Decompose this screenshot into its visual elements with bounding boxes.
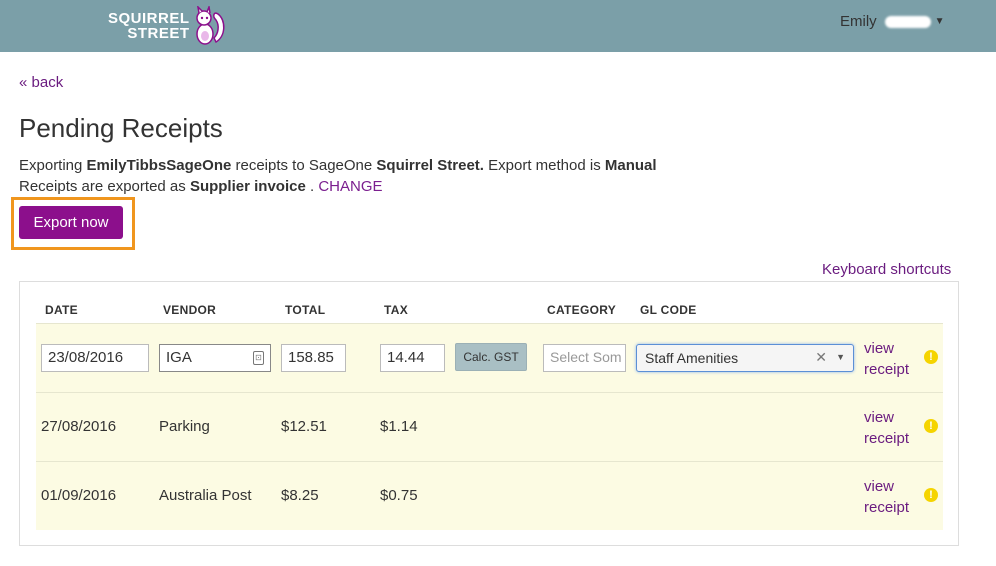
col-date: DATE bbox=[45, 303, 78, 317]
receipts-prefix: Receipts are exported as bbox=[19, 178, 190, 195]
row-tax: $0.75 bbox=[380, 487, 418, 504]
back-link[interactable]: « back bbox=[19, 74, 63, 91]
export-user: EmilyTibbsSageOne bbox=[86, 157, 232, 174]
receipts-suffix: . bbox=[305, 178, 319, 195]
logo-text: SQUIRREL STREET bbox=[108, 11, 190, 41]
view-receipt-link[interactable]: view receipt bbox=[864, 407, 909, 449]
logo-line2: STREET bbox=[127, 25, 190, 42]
vendor-input[interactable]: IGA ⊡ bbox=[159, 344, 271, 372]
row-date: 27/08/2016 bbox=[41, 418, 117, 435]
row-tax: $1.14 bbox=[380, 418, 418, 435]
receipts-table: DATE VENDOR TOTAL TAX CATEGORY GL CODE 2… bbox=[19, 281, 959, 546]
warning-icon: ! bbox=[924, 350, 938, 364]
table-row[interactable]: 27/08/2016 Parking $12.51 $1.14 view rec… bbox=[36, 392, 943, 461]
warning-icon: ! bbox=[924, 488, 938, 502]
col-tax: TAX bbox=[384, 303, 409, 317]
view-receipt-link[interactable]: view receipt bbox=[864, 338, 909, 380]
export-info: Exporting EmilyTibbsSageOne receipts to … bbox=[19, 155, 657, 197]
calc-gst-button[interactable]: Calc. GST bbox=[455, 343, 527, 371]
redacted-surname bbox=[884, 15, 931, 28]
caret-down-icon: ▼ bbox=[934, 16, 945, 27]
row-vendor: Australia Post bbox=[159, 487, 252, 504]
row-total: $8.25 bbox=[281, 487, 319, 504]
table-row-editing: 23/08/2016 IGA ⊡ 158.85 14.44 Calc. GST … bbox=[36, 323, 943, 392]
clear-icon[interactable]: ✕ bbox=[815, 349, 827, 366]
logo[interactable]: SQUIRREL STREET bbox=[108, 6, 226, 46]
top-bar: SQUIRREL STREET Emily ▼ bbox=[0, 0, 996, 52]
user-menu[interactable]: Emily ▼ bbox=[840, 13, 945, 30]
user-name: Emily bbox=[840, 13, 877, 30]
export-org: Squirrel Street. bbox=[376, 157, 484, 174]
export-method: Manual bbox=[604, 157, 657, 174]
export-prefix: Exporting bbox=[19, 157, 87, 174]
gl-code-select[interactable]: Staff Amenities ✕ ▼ bbox=[636, 344, 854, 372]
contact-card-icon[interactable]: ⊡ bbox=[253, 351, 264, 365]
table-row[interactable]: 01/09/2016 Australia Post $8.25 $0.75 vi… bbox=[36, 461, 943, 530]
col-gl-code: GL CODE bbox=[640, 303, 697, 317]
total-input[interactable]: 158.85 bbox=[281, 344, 346, 372]
view-link-line2: receipt bbox=[864, 430, 910, 447]
tax-input[interactable]: 14.44 bbox=[380, 344, 445, 372]
warning-icon: ! bbox=[924, 419, 938, 433]
receipts-type-line: Receipts are exported as Supplier invoic… bbox=[19, 176, 657, 197]
col-vendor: VENDOR bbox=[163, 303, 217, 317]
view-link-line1: view bbox=[864, 409, 895, 426]
receipts-type: Supplier invoice bbox=[189, 178, 306, 195]
page-title: Pending Receipts bbox=[19, 113, 223, 143]
dropdown-arrow-icon[interactable]: ▼ bbox=[836, 352, 845, 362]
col-category: CATEGORY bbox=[547, 303, 617, 317]
view-receipt-link[interactable]: view receipt bbox=[864, 476, 909, 518]
export-summary: Exporting EmilyTibbsSageOne receipts to … bbox=[19, 155, 657, 176]
change-link[interactable]: CHANGE bbox=[318, 178, 382, 195]
row-vendor: Parking bbox=[159, 418, 210, 435]
view-link-line2: receipt bbox=[864, 361, 910, 378]
view-link-line1: view bbox=[864, 478, 895, 495]
vendor-value: IGA bbox=[166, 349, 192, 366]
row-date: 01/09/2016 bbox=[41, 487, 117, 504]
category-select[interactable]: Select Som bbox=[543, 344, 626, 372]
view-link-line1: view bbox=[864, 340, 895, 357]
export-now-button[interactable]: Export now bbox=[19, 206, 123, 239]
gl-code-value: Staff Amenities bbox=[645, 350, 739, 366]
col-total: TOTAL bbox=[285, 303, 326, 317]
squirrel-logo-icon bbox=[195, 6, 225, 45]
export-mid: receipts to SageOne bbox=[231, 157, 377, 174]
keyboard-shortcuts-link[interactable]: Keyboard shortcuts bbox=[822, 261, 951, 278]
row-total: $12.51 bbox=[281, 418, 327, 435]
view-link-line2: receipt bbox=[864, 499, 910, 516]
export-method-label: Export method is bbox=[483, 157, 605, 174]
logo-line1: SQUIRREL bbox=[108, 10, 190, 27]
date-input[interactable]: 23/08/2016 bbox=[41, 344, 149, 372]
